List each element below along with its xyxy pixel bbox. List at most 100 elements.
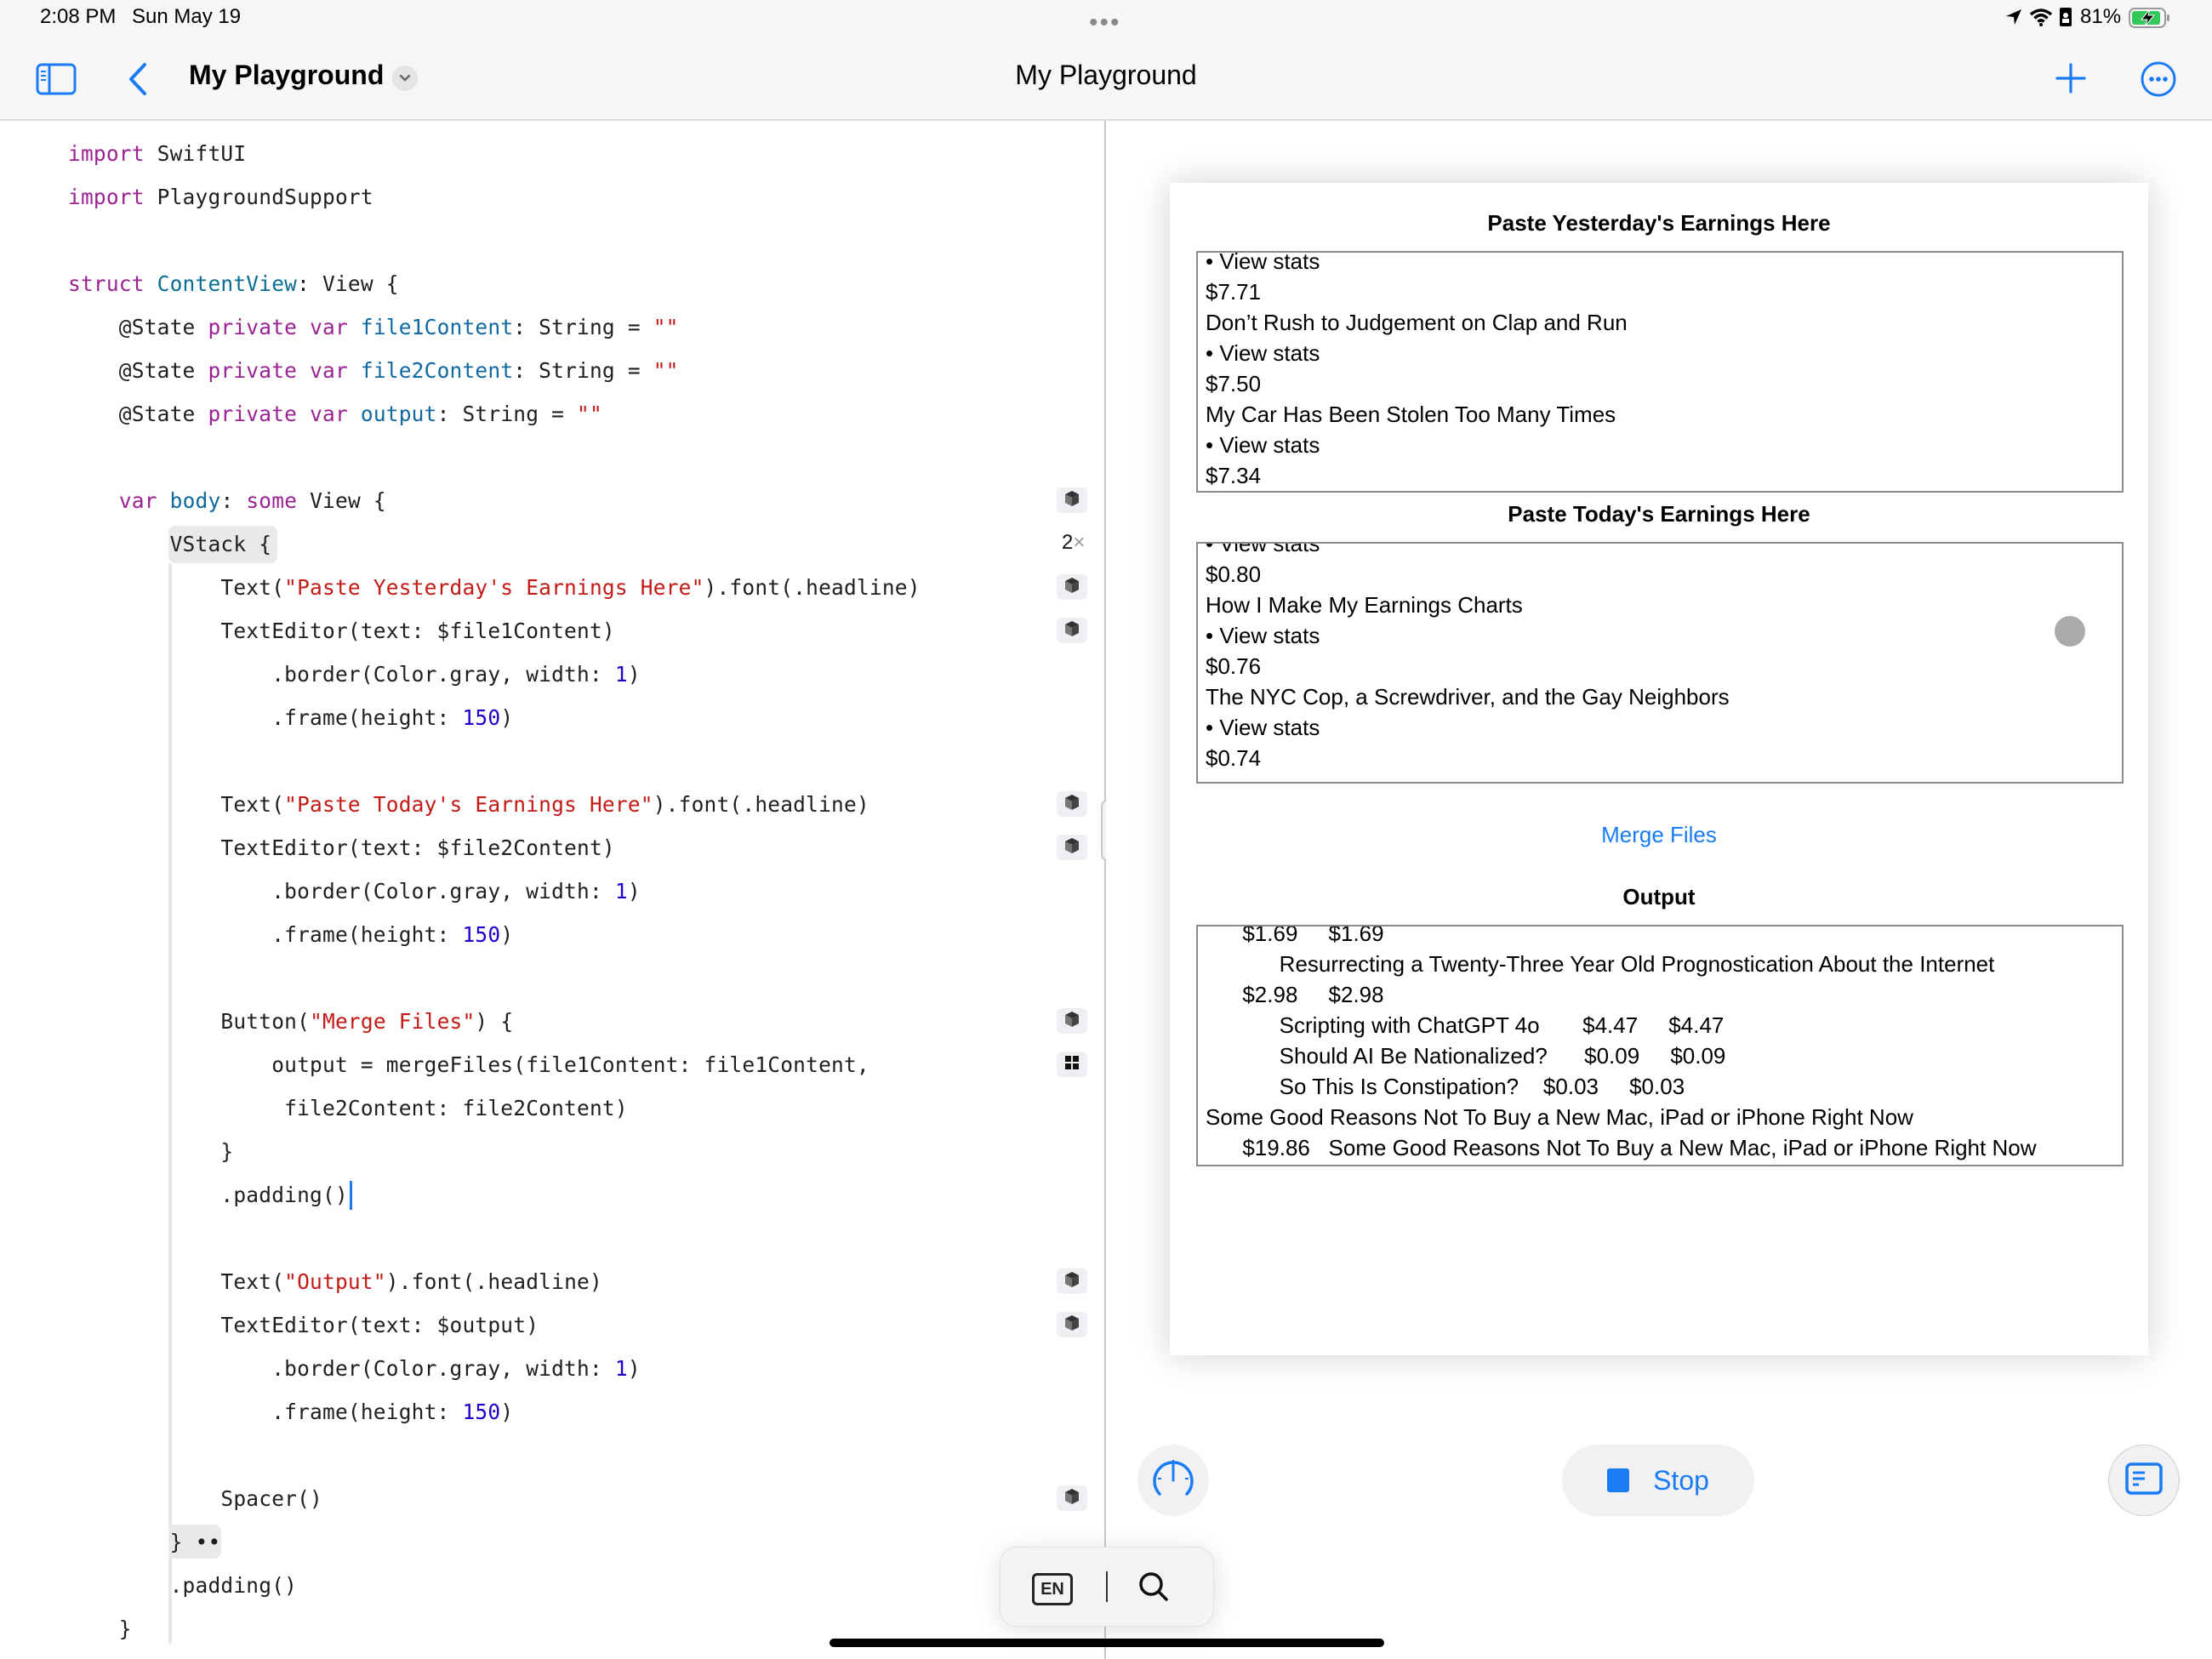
result-badge[interactable] — [1057, 1485, 1087, 1511]
code-line[interactable]: output = mergeFiles(file1Content: file1C… — [68, 1052, 869, 1077]
code-line[interactable]: file2Content: file2Content) — [68, 1096, 628, 1120]
editor-text-line: $0.80 — [1206, 562, 1262, 587]
multitasking-dots[interactable]: ••• — [1089, 9, 1121, 37]
grid-icon — [1064, 1055, 1080, 1075]
editor-text-line: $19.86 Some Good Reasons Not To Buy a Ne… — [1206, 1135, 2037, 1160]
cube-icon — [1064, 794, 1080, 815]
playground-title-menu[interactable]: My Playground — [189, 60, 384, 91]
merge-files-button[interactable]: Merge Files — [1170, 822, 2148, 848]
editor-text-line: $1.69 $1.69 — [1206, 925, 1384, 946]
code-line[interactable]: .border(Color.gray, width: 1) — [68, 662, 641, 687]
console-button[interactable] — [2108, 1445, 2180, 1516]
result-badge[interactable] — [1057, 1052, 1087, 1077]
code-token: "" — [653, 358, 679, 383]
top-bar: 2:08 PM Sun May 19 ••• 81% My Playground… — [0, 0, 2212, 121]
code-token: 150 — [462, 705, 501, 730]
code-token: SwiftUI — [144, 141, 247, 166]
code-line[interactable]: TextEditor(text: $file1Content) — [68, 619, 615, 643]
code-line[interactable]: Button("Merge Files") { — [68, 1009, 513, 1034]
code-token: ) — [500, 1400, 514, 1424]
result-badge[interactable] — [1057, 1008, 1087, 1034]
code-token: ContentView — [157, 271, 298, 296]
editor-text-line: • View stats — [1206, 432, 1320, 458]
code-line[interactable]: @State private var file1Content: String … — [68, 315, 679, 339]
yesterday-text-editor[interactable]: • View stats $7.71 Don’t Rush to Judgement… — [1196, 251, 2124, 493]
wifi-icon — [2029, 8, 2053, 31]
home-indicator[interactable] — [830, 1639, 1384, 1647]
code-line[interactable]: TextEditor(text: $output) — [68, 1313, 539, 1337]
more-ellipsis-icon[interactable] — [2141, 61, 2176, 101]
metrics-button[interactable] — [1137, 1445, 1209, 1516]
code-token: Button( — [68, 1009, 311, 1034]
code-line[interactable]: VStack { — [68, 532, 271, 556]
editor-text-line: $7.34 — [1206, 463, 1262, 488]
code-line[interactable]: .frame(height: 150) — [68, 705, 513, 730]
code-line[interactable]: Spacer() — [68, 1486, 322, 1511]
code-line[interactable]: @State private var output: String = "" — [68, 402, 602, 426]
code-line[interactable]: .frame(height: 150) — [68, 922, 513, 947]
result-badge[interactable] — [1057, 574, 1087, 600]
sidebar-toggle-icon[interactable] — [36, 63, 77, 100]
code-line[interactable]: .border(Color.gray, width: 1) — [68, 879, 641, 904]
editor-text-line: So This Is Constipation? $0.03 $0.03 — [1206, 1074, 1685, 1099]
code-token: .padding() — [68, 1183, 348, 1207]
scroll-indicator[interactable] — [2055, 616, 2085, 647]
code-line[interactable]: Text("Paste Yesterday's Earnings Here").… — [68, 575, 921, 600]
stop-button[interactable]: Stop — [1562, 1445, 1754, 1516]
code-line[interactable]: import PlaygroundSupport — [68, 185, 373, 209]
code-token: private — [208, 315, 298, 339]
code-line[interactable]: @State private var file2Content: String … — [68, 358, 679, 383]
code-line[interactable]: } — [68, 1139, 233, 1164]
result-badge[interactable] — [1057, 487, 1087, 513]
code-line[interactable]: .border(Color.gray, width: 1) — [68, 1356, 641, 1381]
today-text-editor[interactable]: • View stats $0.80 How I Make My Earnings … — [1196, 542, 2124, 784]
code-line[interactable]: .padding() — [68, 1183, 348, 1207]
code-token: } •• — [68, 1530, 221, 1554]
code-line[interactable]: struct ContentView: View { — [68, 271, 399, 296]
code-token: ) — [627, 1356, 641, 1381]
code-line[interactable]: var body: some View { — [68, 488, 386, 513]
language-switch-button[interactable]: EN — [1032, 1573, 1073, 1605]
code-line[interactable]: } — [68, 1616, 132, 1641]
code-editor[interactable]: import SwiftUI import PlaygroundSupport st… — [0, 121, 1104, 1659]
text-cursor — [350, 1181, 352, 1210]
editor-text-line: The NYC Cop, a Screwdriver, and the Gay … — [1206, 684, 1730, 710]
code-token: output = mergeFiles(file1Content: file1C… — [68, 1052, 869, 1077]
location-arrow-icon — [2005, 9, 2022, 30]
editor-text-line: • View stats — [1206, 623, 1320, 648]
result-badge[interactable] — [1057, 791, 1087, 817]
cube-icon — [1064, 490, 1080, 511]
code-token: 1 — [614, 1356, 628, 1381]
code-token: "Paste Yesterday's Earnings Here" — [284, 575, 704, 600]
title-chevron-down-icon[interactable] — [392, 66, 418, 91]
result-badge[interactable] — [1057, 1268, 1087, 1294]
back-chevron-icon[interactable] — [128, 62, 148, 100]
code-line[interactable]: TextEditor(text: $file2Content) — [68, 835, 615, 860]
editor-text-line: $2.98 $2.98 — [1206, 982, 1384, 1007]
keyboard-shortcut-bar: EN — [1000, 1547, 1214, 1627]
code-token: } — [68, 1616, 132, 1641]
yesterday-heading: Paste Yesterday's Earnings Here — [1487, 210, 1831, 236]
code-token: Text( — [68, 792, 285, 817]
search-icon[interactable] — [1137, 1570, 1171, 1608]
code-line[interactable]: import SwiftUI — [68, 141, 246, 166]
code-token: 150 — [462, 1400, 501, 1424]
result-badge[interactable] — [1057, 618, 1087, 643]
run-count-badge[interactable]: 2× — [1062, 531, 1085, 555]
code-token: 1 — [614, 879, 628, 904]
code-line[interactable]: } •• — [68, 1530, 221, 1554]
output-text-editor[interactable]: $1.69 $1.69 Resurrecting a Twenty-Three … — [1196, 925, 2124, 1166]
code-token: Text( — [68, 1269, 285, 1294]
code-token: "Merge Files" — [310, 1009, 476, 1034]
result-badge[interactable] — [1057, 835, 1087, 860]
code-line[interactable]: .frame(height: 150) — [68, 1400, 513, 1424]
code-line[interactable]: Text("Output").font(.headline) — [68, 1269, 602, 1294]
code-line[interactable]: Text("Paste Today's Earnings Here").font… — [68, 792, 869, 817]
code-token: VStack { — [68, 532, 272, 556]
code-line[interactable]: .padding() — [68, 1573, 297, 1598]
result-badge[interactable] — [1057, 1312, 1087, 1337]
add-icon[interactable] — [2055, 63, 2086, 98]
